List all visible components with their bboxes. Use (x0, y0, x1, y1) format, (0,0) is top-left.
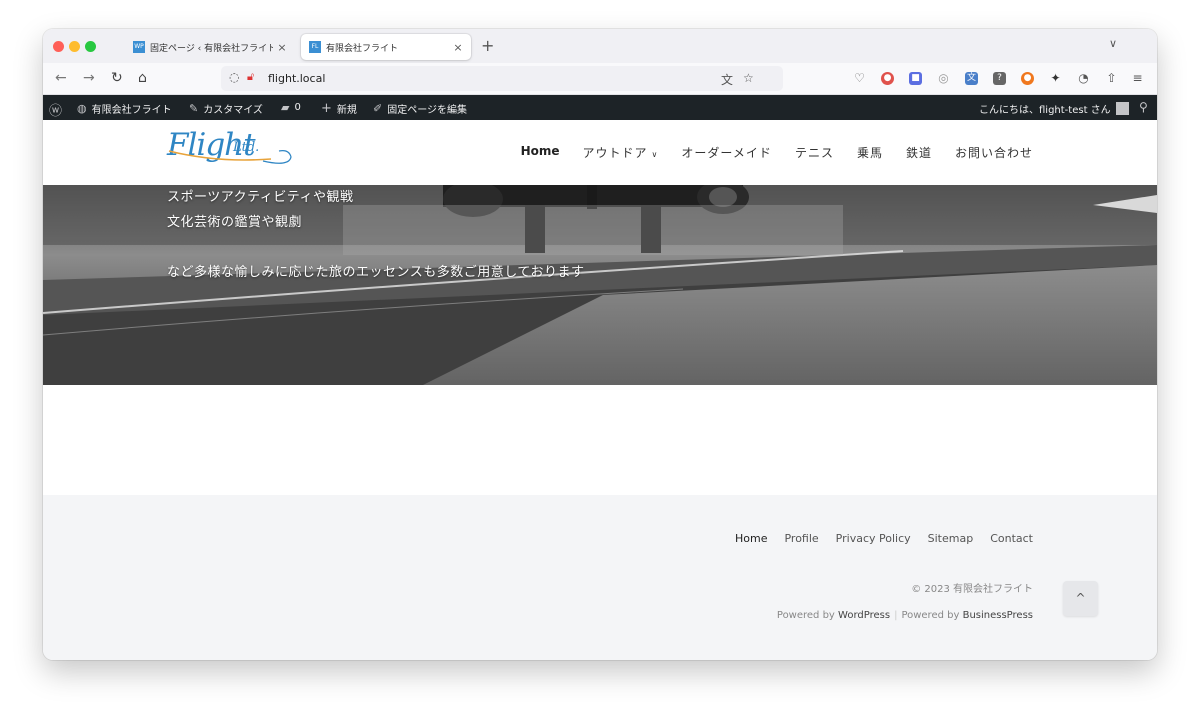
pocket-icon[interactable]: ♡ (853, 72, 866, 85)
main-navigation: Home アウトドア ∨ オーダーメイド テニス 乗馬 鉄道 お問い合わせ (498, 144, 1033, 161)
hero-text-line: スポーツアクティビティや観戦 (167, 190, 354, 205)
extension-pie-icon[interactable]: ◔ (1077, 72, 1090, 85)
nav-item-horse-riding[interactable]: 乗馬 (857, 144, 883, 161)
site-header: Flight Ltd. Home アウトドア ∨ オーダーメイド テニス 乗馬 鉄… (43, 120, 1157, 185)
share-icon[interactable]: ⇧ (1105, 72, 1118, 85)
site-favicon-icon: FL (309, 41, 321, 53)
hero-text-line: など多様な愉しみに応じた旅のエッセンスも多数ご用意しております (167, 265, 585, 280)
home-icon[interactable]: ⌂ (138, 70, 147, 86)
nav-item-railway[interactable]: 鉄道 (906, 144, 932, 161)
tab-close-icon[interactable]: × (273, 41, 291, 54)
navigation-toolbar: ← → ↻ ⌂ ◌ 🔓︎ flight.local 文 ☆ ♡ ● ■ ◎ 文 … (43, 63, 1157, 95)
new-tab-button[interactable]: + (481, 37, 494, 55)
nav-item-tennis[interactable]: テニス (795, 144, 834, 161)
address-bar[interactable]: ◌ 🔓︎ flight.local 文 ☆ (221, 66, 783, 91)
copyright-text: © 2023 有限会社フライト (911, 584, 1033, 595)
comment-bubble-icon: ▰ (281, 101, 290, 114)
footer-link-privacy-policy[interactable]: Privacy Policy (836, 532, 911, 545)
footer-link-home[interactable]: Home (735, 532, 767, 545)
reload-icon[interactable]: ↻ (111, 70, 123, 86)
hero-text-line: 文化芸術の鑑賞や観劇 (167, 215, 303, 230)
nav-item-home[interactable]: Home (521, 144, 560, 161)
avatar (1115, 102, 1129, 115)
browser-window: WP 固定ページ ‹ 有限会社フライト — WordPress × FL 有限会… (43, 29, 1157, 660)
admin-customize-link[interactable]: ✎ カスタマイズ (189, 101, 263, 116)
footer-navigation: Home Profile Privacy Policy Sitemap Cont… (718, 532, 1033, 545)
footer-link-profile[interactable]: Profile (784, 532, 818, 545)
extension-dark-icon[interactable]: ✦ (1049, 72, 1062, 85)
site-logo[interactable]: Flight Ltd. (167, 127, 297, 173)
back-to-top-button[interactable]: ^ (1063, 581, 1098, 616)
close-window-button[interactable] (53, 41, 64, 52)
tab-close-icon[interactable]: × (449, 41, 467, 54)
extension-circle-icon[interactable]: ◎ (937, 72, 950, 85)
dashboard-icon: ◍ (77, 102, 87, 115)
app-menu-icon[interactable]: ≡ (1131, 72, 1144, 85)
forward-arrow-icon[interactable]: → (83, 70, 95, 86)
nav-item-contact[interactable]: お問い合わせ (955, 144, 1033, 161)
brush-icon: ✎ (189, 102, 199, 115)
logo-swoosh-icon (168, 150, 292, 164)
admin-search-icon[interactable]: ⚲ (1139, 100, 1153, 114)
tab-title: 固定ページ ‹ 有限会社フライト — WordPress (150, 43, 273, 54)
zoom-window-button[interactable] (85, 41, 96, 52)
nav-item-order-made[interactable]: オーダーメイド (681, 144, 772, 161)
powered-by-text: Powered by WordPress | Powered by Business… (776, 610, 1033, 621)
minimize-window-button[interactable] (69, 41, 80, 52)
admin-account-link[interactable]: こんにちは、flight-test さん (979, 101, 1129, 116)
tracking-shield-icon[interactable]: ◌ (229, 70, 239, 84)
site-footer: Home Profile Privacy Policy Sitemap Cont… (43, 495, 1157, 660)
wordpress-logo-icon[interactable]: ⓦ (49, 100, 67, 119)
admin-edit-page-link[interactable]: ✐ 固定ページを編集 (373, 101, 467, 116)
url-text[interactable]: flight.local (268, 72, 325, 85)
footer-link-sitemap[interactable]: Sitemap (928, 532, 974, 545)
admin-comments-link[interactable]: ▰ 0 (281, 101, 301, 114)
wordpress-link[interactable]: WordPress (838, 610, 890, 621)
tab-site-home[interactable]: FL 有限会社フライト × (301, 34, 471, 60)
plus-icon: + (321, 101, 332, 116)
help-extension-icon[interactable]: ? (993, 72, 1006, 85)
footer-link-contact[interactable]: Contact (990, 532, 1033, 545)
tab-wp-admin[interactable]: WP 固定ページ ‹ 有限会社フライト — WordPress × (125, 34, 295, 60)
translate-icon[interactable]: 文 (721, 71, 733, 88)
admin-site-name-link[interactable]: ◍ 有限会社フライト (77, 101, 172, 116)
tab-bar: WP 固定ページ ‹ 有限会社フライト — WordPress × FL 有限会… (43, 29, 1157, 63)
chevron-down-icon: ∨ (651, 150, 659, 159)
site-favicon-icon: WP (133, 41, 145, 53)
extension-red-icon[interactable]: ● (881, 72, 894, 85)
back-arrow-icon[interactable]: ← (55, 70, 67, 86)
extension-blue-icon[interactable]: ■ (909, 72, 922, 85)
tab-title: 有限会社フライト (326, 43, 399, 54)
insecure-lock-icon[interactable]: 🔓︎ (247, 70, 254, 84)
businesspress-link[interactable]: BusinessPress (963, 610, 1033, 621)
admin-new-link[interactable]: + 新規 (321, 101, 357, 116)
tab-list-chevron-icon[interactable]: ∨ (1109, 37, 1117, 50)
bookmark-star-icon[interactable]: ☆ (743, 71, 754, 85)
hero-banner: スポーツアクティビティや観戦 文化芸術の鑑賞や観劇 など多様な愉しみに応じた旅の… (43, 185, 1157, 385)
extension-orange-icon[interactable]: ● (1021, 72, 1034, 85)
separator: | (894, 610, 898, 621)
wp-admin-bar: ⓦ ◍ 有限会社フライト ✎ カスタマイズ ▰ 0 + 新規 ✐ 固定ページを編集 こんに… (43, 95, 1157, 120)
nav-item-outdoor[interactable]: アウトドア ∨ (583, 144, 659, 161)
pencil-icon: ✐ (373, 102, 383, 115)
translate-extension-icon[interactable]: 文 (965, 72, 978, 85)
page-content (43, 385, 1157, 495)
